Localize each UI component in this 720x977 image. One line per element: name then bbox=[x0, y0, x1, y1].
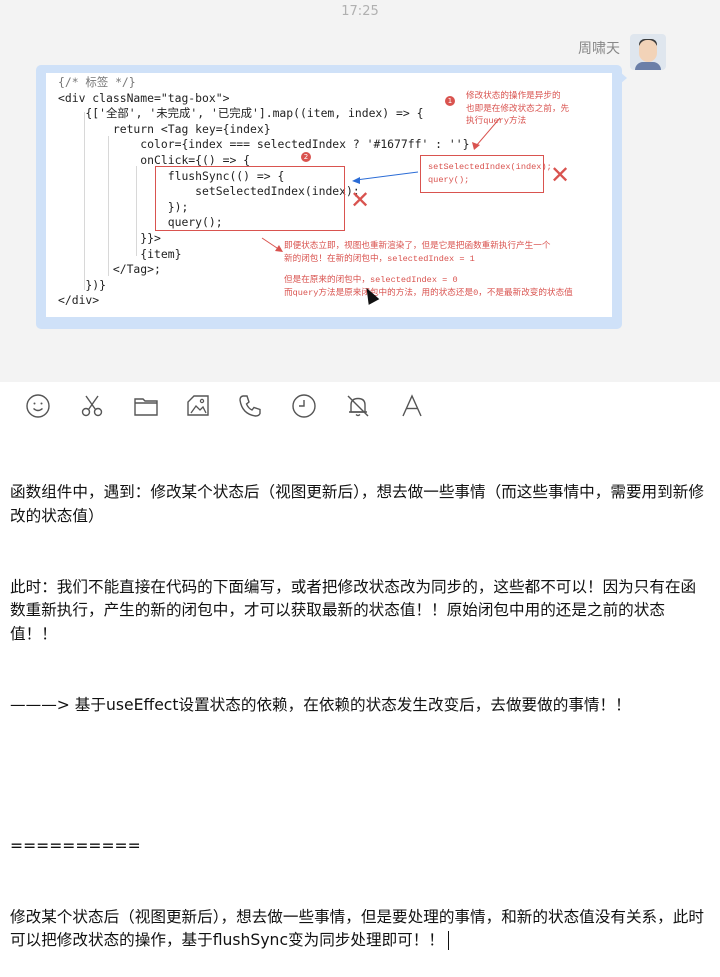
message-input[interactable]: 函数组件中，遇到：修改某个状态后（视图更新后），想去做一些事情（而这些事情中，需… bbox=[10, 434, 710, 977]
input-paragraph: 函数组件中，遇到：修改某个状态后（视图更新后），想去做一些事情（而这些事情中，需… bbox=[10, 483, 704, 525]
screenshot-icon[interactable] bbox=[184, 392, 212, 420]
input-paragraph: ========== bbox=[10, 837, 141, 856]
input-paragraph: ———> 基于useEffect设置状态的依赖，在依赖的状态发生改变后，去做要做… bbox=[10, 695, 631, 714]
input-paragraph: 修改某个状态后（视图更新后），想去做一些事情，但是要处理的事情，和新的状态值没有… bbox=[10, 906, 710, 953]
phone-icon[interactable] bbox=[236, 392, 264, 420]
clock-icon[interactable] bbox=[290, 392, 318, 420]
input-paragraph-text: 修改某个状态后（视图更新后），想去做一些事情，但是要处理的事情，和新的状态值没有… bbox=[10, 907, 704, 950]
emoji-icon[interactable] bbox=[24, 392, 52, 420]
input-toolbar bbox=[0, 382, 720, 430]
annotation-note-old-closure: 但是在原来的闭包中，selectedIndex = 0 而query方法是原来闭… bbox=[284, 275, 573, 298]
folder-icon[interactable] bbox=[132, 392, 160, 420]
chat-history: 17:25 周啸天 {/* 标签 */} <div className="tag… bbox=[0, 0, 720, 382]
input-paragraph: 此时：我们不能直接在代码的下面编写，或者把修改状态改为同步的，这些都不可以！因为… bbox=[10, 577, 697, 643]
annotation-arrows bbox=[261, 117, 501, 252]
scissors-icon[interactable] bbox=[78, 392, 106, 420]
text-caret bbox=[447, 931, 449, 951]
annotation-note-closure: 即便状态立即，视图也重新渲染了，但是它是把函数重新执行产生一个 新的闭包！在新的… bbox=[284, 241, 551, 264]
input-paragraph bbox=[10, 764, 710, 788]
text-format-icon[interactable] bbox=[398, 392, 426, 420]
bell-off-icon[interactable] bbox=[344, 392, 372, 420]
